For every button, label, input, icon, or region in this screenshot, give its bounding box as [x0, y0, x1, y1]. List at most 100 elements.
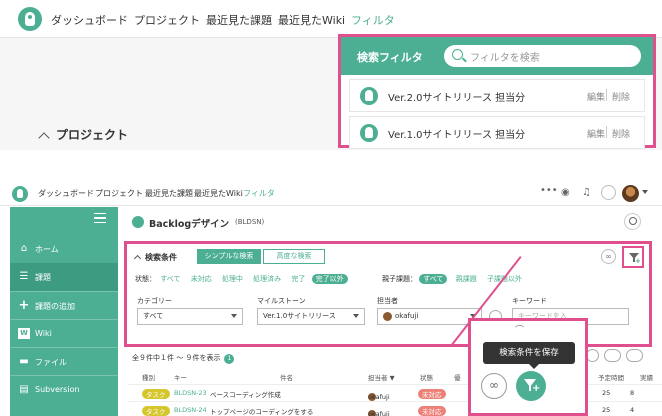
- status-option[interactable]: 未対応: [191, 275, 212, 283]
- sidebar-item-label: ファイル: [35, 358, 67, 367]
- filter-icon-stem: [529, 386, 531, 391]
- issue-key-link[interactable]: BLDSN-24: [174, 406, 207, 414]
- search-icon[interactable]: [601, 185, 616, 200]
- milestone-select[interactable]: Ver.1.0サイトリリース: [257, 308, 365, 325]
- nav-projects[interactable]: プロジェクト: [134, 12, 200, 28]
- sort-icon[interactable]: [604, 349, 621, 362]
- filter-search-input[interactable]: フィルタを検索: [444, 45, 641, 67]
- status-badge: 未対応: [418, 389, 446, 399]
- col-status[interactable]: 状態: [420, 372, 433, 382]
- avatar[interactable]: [622, 185, 639, 202]
- chevron-down-icon: [353, 314, 359, 318]
- link-icon[interactable]: ∞: [601, 249, 616, 264]
- stage: ダッシュボード プロジェクト 最近見た課題 最近見たWiki フィルタ プロジェ…: [0, 0, 662, 416]
- milestone-value: Ver.1.0サイトリリース: [263, 312, 336, 320]
- nav-filter[interactable]: フィルタ: [351, 12, 395, 28]
- status-option[interactable]: すべて: [160, 275, 180, 283]
- assignee-select[interactable]: okafuji: [377, 308, 482, 325]
- backlog-logo-icon[interactable]: [18, 7, 42, 31]
- nav-recent-wiki[interactable]: 最近見たWiki: [278, 12, 345, 28]
- save-search-tooltip: 検索条件を保存: [483, 342, 575, 369]
- nav-filter[interactable]: フィルタ: [243, 188, 275, 199]
- saved-filter-panel: 検索フィルタ フィルタを検索 Ver.2.0サイトリリース 担当分 編集 削除 …: [338, 34, 656, 149]
- nav-dashboard[interactable]: ダッシュボード: [51, 12, 128, 28]
- delete-link[interactable]: 削除: [612, 127, 630, 140]
- issue-subject[interactable]: トップページのコーディングをする: [210, 406, 313, 416]
- edit-link[interactable]: 編集: [587, 90, 605, 103]
- search-conditions-toggle[interactable]: 検索条件: [133, 252, 177, 263]
- nav-recent-wiki[interactable]: 最近見たWiki: [194, 188, 243, 199]
- col-estimated-hours[interactable]: 予定時間: [598, 372, 624, 382]
- result-count: 全９件中１件 〜 ９件を表示 1: [132, 353, 235, 364]
- svn-icon: ▤: [19, 384, 29, 395]
- project-key: (BLDSN): [235, 218, 265, 226]
- backlog-logo-icon[interactable]: [12, 186, 28, 202]
- tab-advanced-search[interactable]: 高度な検索: [263, 249, 325, 264]
- sidebar-item-add-issue[interactable]: + 課題の追加: [10, 291, 118, 319]
- search-icon: [452, 49, 463, 60]
- save-filter-button-zoomed[interactable]: +: [516, 371, 546, 401]
- chevron-up-icon: [133, 254, 142, 263]
- nav-recent-issues[interactable]: 最近見た課題: [145, 188, 193, 199]
- plus-icon: +: [532, 383, 541, 394]
- status-option-selected[interactable]: 完了以外: [311, 274, 348, 284]
- parent-option-selected[interactable]: すべて: [419, 274, 448, 284]
- result-count-text: 全９件中１件 〜 ９件を表示: [132, 354, 221, 362]
- keyword-label: キーワード: [512, 297, 547, 305]
- sidebar-item-subversion[interactable]: ▤ Subversion: [10, 375, 118, 403]
- wiki-icon: W: [18, 328, 30, 339]
- column-settings-icon[interactable]: [626, 349, 643, 362]
- sidebar-item-home[interactable]: ⌂ ホーム: [10, 235, 118, 263]
- category-value: すべて: [143, 312, 164, 320]
- project-sidebar: ⌂ ホーム ☰ 課題 + 課題の追加 W Wiki ▬ ファイル ▤ Subve…: [10, 207, 118, 416]
- tab-simple-search[interactable]: シンプルな検索: [197, 249, 261, 264]
- col-assignee[interactable]: 担当者 ▼: [368, 372, 395, 382]
- project-name[interactable]: Backlogデザイン: [149, 216, 229, 230]
- nav-projects[interactable]: プロジェクト: [95, 188, 143, 199]
- chevron-down-icon: [231, 314, 237, 318]
- assignee-name: okafuji: [368, 410, 390, 416]
- issue-type-badge: タスク: [142, 389, 170, 399]
- assignee-name: okafuji: [368, 393, 390, 401]
- dimmed-icon: ⌒: [515, 326, 525, 336]
- col-actual-hours[interactable]: 実績: [640, 372, 653, 382]
- saved-filter-item[interactable]: Ver.1.0サイトリリース 担当分 編集 削除: [349, 116, 645, 149]
- search-conditions-title: 検索条件: [145, 253, 177, 262]
- issue-subject[interactable]: ベースコーディング作成: [210, 389, 281, 399]
- col-key[interactable]: キー: [174, 372, 187, 382]
- search-icon[interactable]: [624, 213, 641, 230]
- filter-panel-title: 検索フィルタ: [357, 51, 423, 64]
- sidebar-item-wiki[interactable]: W Wiki: [10, 319, 118, 347]
- nav-dashboard[interactable]: ダッシュボード: [38, 188, 94, 199]
- assignee-label: 担当者: [377, 297, 398, 305]
- link-icon[interactable]: ∞: [481, 373, 507, 399]
- delete-link[interactable]: 削除: [612, 90, 630, 103]
- saved-filter-item[interactable]: Ver.2.0サイトリリース 担当分 編集 削除: [349, 79, 645, 112]
- col-subject[interactable]: 件名: [280, 372, 293, 382]
- bell-icon[interactable]: ♫: [582, 187, 591, 198]
- issue-key-link[interactable]: BLDSN-23: [174, 389, 207, 397]
- chevron-down-icon[interactable]: [642, 190, 648, 194]
- nav-recent-issues[interactable]: 最近見た課題: [206, 12, 272, 28]
- status-option[interactable]: 処理中: [222, 275, 243, 283]
- page-badge[interactable]: 1: [224, 354, 235, 364]
- projects-heading[interactable]: プロジェクト: [38, 126, 128, 144]
- col-type[interactable]: 種別: [142, 372, 155, 382]
- saved-filter-label[interactable]: Ver.2.0サイトリリース 担当分: [388, 89, 525, 104]
- eye-icon[interactable]: ◉: [561, 187, 570, 198]
- saved-filter-label[interactable]: Ver.1.0サイトリリース 担当分: [388, 126, 525, 141]
- category-select[interactable]: すべて: [137, 308, 243, 325]
- status-option[interactable]: 完了: [291, 275, 305, 283]
- parent-option[interactable]: 親課題: [456, 275, 477, 283]
- sidebar-item-issues[interactable]: ☰ 課題: [10, 263, 118, 291]
- edit-link[interactable]: 編集: [587, 127, 605, 140]
- col-priority[interactable]: 優: [454, 372, 461, 382]
- sidebar-item-label: 課題: [35, 273, 51, 282]
- issue-type-badge: タスク: [142, 406, 170, 416]
- menu-icon[interactable]: [94, 213, 106, 223]
- sidebar-item-files[interactable]: ▬ ファイル: [10, 347, 118, 375]
- save-filter-button[interactable]: +: [622, 246, 644, 268]
- global-nav: ダッシュボード プロジェクト 最近見た課題 最近見たWiki フィルタ ••• …: [0, 182, 662, 206]
- more-icon[interactable]: •••: [540, 185, 558, 196]
- status-option[interactable]: 処理済み: [253, 275, 281, 283]
